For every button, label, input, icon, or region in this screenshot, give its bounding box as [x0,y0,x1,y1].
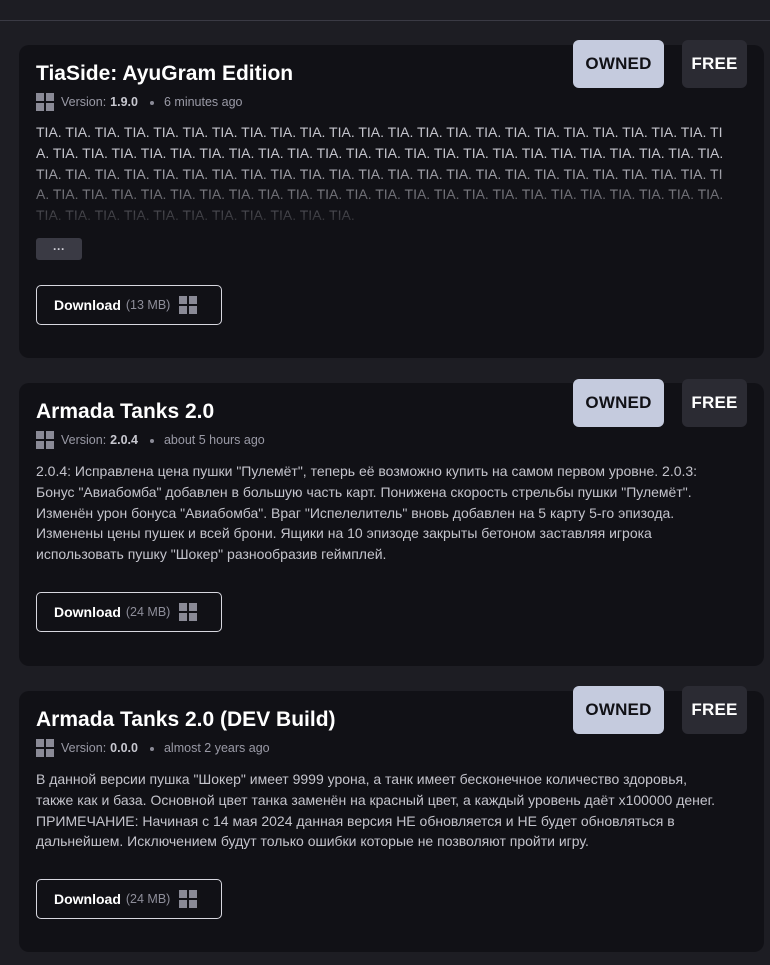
separator-dot [149,101,154,105]
upload-meta: Version: 2.0.4 about 5 hours ago [36,430,265,450]
version-label: Version: [61,433,107,447]
upload-title: Armada Tanks 2.0 (DEV Build) [36,708,336,731]
game-list-page: OWNED FREE TiaSide: AyuGram Edition Vers… [0,0,770,965]
updated-time: about 5 hours ago [163,433,265,447]
windows-icon [179,890,198,908]
top-divider [0,20,770,21]
expand-description-button[interactable]: ··· [36,238,82,260]
version-label: Version: [61,741,107,755]
upload-description: 2.0.4: Исправлена цена пушки "Пулемёт", … [36,463,698,563]
upload-title: TiaSide: AyuGram Edition [36,62,294,85]
windows-icon [179,296,198,314]
windows-icon [36,739,54,757]
version-number: 2.0.4 [110,433,138,447]
owned-badge: OWNED [573,379,664,427]
download-size: (13 MB) [125,298,171,312]
updated-time: almost 2 years ago [163,741,270,755]
owned-badge: OWNED [573,40,664,88]
upload-meta: Version: 0.0.0 almost 2 years ago [36,738,270,758]
price-badge: FREE [682,40,747,88]
upload-card: OWNED FREE Armada Tanks 2.0 (DEV Build) … [19,686,764,952]
upload-description: TIA. TIA. TIA. TIA. TIA. TIA. TIA. TIA. … [36,124,724,224]
version-label: Version: [61,95,107,109]
updated-time: 6 minutes ago [163,95,243,109]
separator-dot [149,747,154,751]
upload-title: Armada Tanks 2.0 [36,400,215,423]
windows-icon [36,431,54,449]
upload-card: OWNED FREE Armada Tanks 2.0 Version: 2.0… [19,379,764,666]
version-number: 1.9.0 [110,95,138,109]
upload-card: OWNED FREE TiaSide: AyuGram Edition Vers… [19,40,764,358]
price-badge: FREE [682,379,747,427]
download-button[interactable]: Download (13 MB) [36,285,222,325]
windows-icon [36,93,54,111]
price-badge: FREE [682,686,747,734]
upload-meta: Version: 1.9.0 6 minutes ago [36,92,243,112]
download-button[interactable]: Download (24 MB) [36,879,222,919]
download-button[interactable]: Download (24 MB) [36,592,222,632]
download-label: Download [54,297,121,313]
separator-dot [149,439,154,443]
download-size: (24 MB) [125,605,171,619]
version-number: 0.0.0 [110,741,138,755]
windows-icon [179,603,198,621]
upload-description: В данной версии пушка "Шокер" имеет 9999… [36,771,715,850]
download-label: Download [54,604,121,620]
download-label: Download [54,891,121,907]
owned-badge: OWNED [573,686,664,734]
download-size: (24 MB) [125,892,171,906]
